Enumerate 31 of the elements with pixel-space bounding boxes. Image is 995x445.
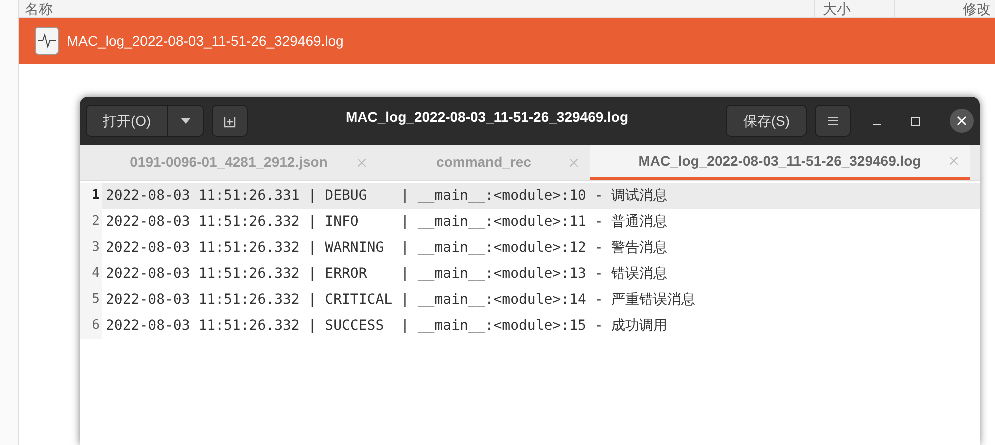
new-tab-button[interactable] [212,105,248,137]
file-row[interactable]: MAC_log_2022-08-03_11-51-26_329469.log [19,18,995,64]
maximize-icon[interactable] [911,116,920,126]
line-number: 4 [80,261,102,287]
line-number: 3 [80,235,102,261]
save-button[interactable]: 保存(S) [726,105,807,137]
tab[interactable]: MAC_log_2022-08-03_11-51-26_329469.log [590,145,970,180]
waveform-file-icon [35,27,59,55]
line-number: 2 [80,209,102,235]
line-number: 5 [80,287,102,313]
dropdown-button[interactable] [168,105,204,137]
column-header[interactable]: 修改 [895,0,995,17]
new-document-icon [223,114,238,128]
log-text: 2022-08-03 11:51:26.332 | SUCCESS | __main__:<module>:15 - 成功调用 [105,316,668,336]
log-text: 2022-08-03 11:51:26.332 | ERROR | __main__:<module>:13 - 错误消息 [105,264,668,284]
column-header[interactable]: 名称 [19,0,815,17]
log-text: 2022-08-03 11:51:26.331 | DEBUG | __main__:<module>:10 - 调试消息 [105,186,668,206]
close-icon [957,116,967,126]
column-header[interactable]: 大小 [815,0,895,17]
menu-button[interactable] [815,105,851,137]
log-text: 2022-08-03 11:51:26.332 | INFO | __main__:<module>:11 - 普通消息 [105,212,668,232]
open-button[interactable]: 打开(O) [86,105,168,137]
menu-icon [828,117,838,125]
line-number: 1 [80,183,102,209]
close-button[interactable] [950,109,974,133]
line-number: 6 [80,313,102,339]
log-text: 2022-08-03 11:51:26.332 | WARNING | __main__:<module>:12 - 警告消息 [105,238,668,258]
log-text: 2022-08-03 11:51:26.332 | CRITICAL | __main__:<module>:14 - 严重错误消息 [105,290,696,310]
caret-icon [180,118,191,124]
window-title: MAC_log_2022-08-03_11-51-26_329469.log [346,108,629,127]
file-name: MAC_log_2022-08-03_11-51-26_329469.log [67,32,344,51]
